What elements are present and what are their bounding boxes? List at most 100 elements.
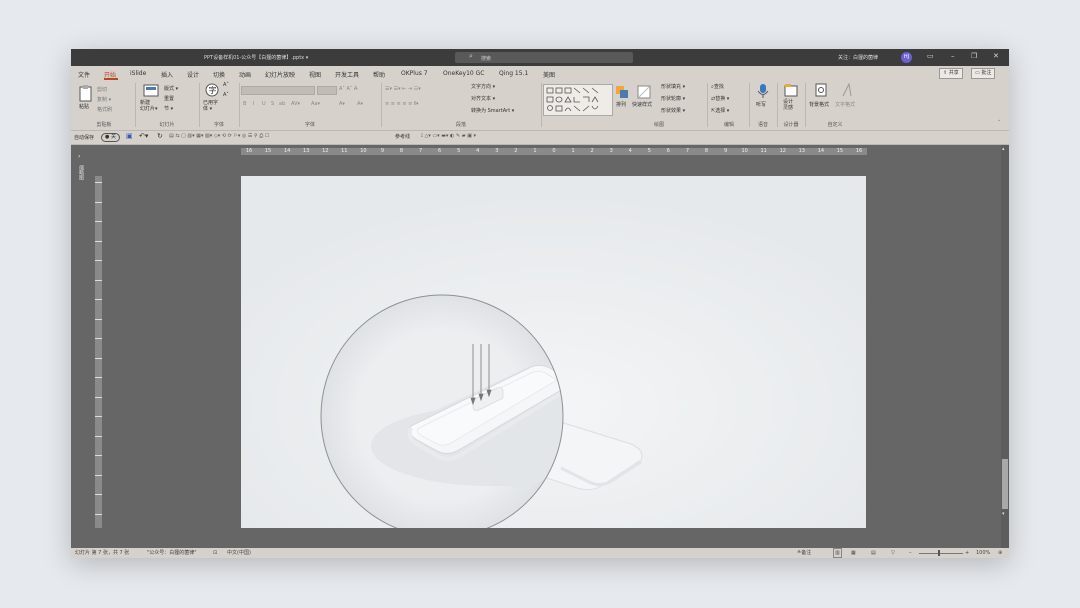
notes-button[interactable]: ≚备注 [797, 548, 811, 558]
tab-help[interactable]: 帮助 [373, 70, 385, 79]
align-buttons[interactable]: ≡ ≡ ≡ ≡ ≡ ⫴▾ [385, 101, 419, 107]
guides-label[interactable]: 参考线 [395, 133, 410, 140]
avatar[interactable]: HJ [901, 52, 912, 63]
minimize-button[interactable]: – [951, 52, 955, 60]
comments-button[interactable]: ▭ 批注 [971, 68, 996, 79]
shape-effects-button[interactable]: 形状效果 ▾ [661, 107, 685, 114]
tab-qing[interactable]: Qing 15.1 [499, 70, 528, 77]
slide-sorter-icon[interactable]: ▦ [851, 548, 856, 558]
underline-button[interactable]: U [262, 101, 266, 107]
quick-styles-button[interactable]: 快速样式 [632, 101, 652, 108]
shrink-font-icon[interactable]: A˅ [223, 92, 229, 98]
text-direction-button[interactable]: 文字方向 ▾ [471, 83, 495, 90]
undo-icon[interactable]: ↶▾ [139, 132, 148, 140]
tab-slideshow[interactable]: 幻灯片放映 [265, 70, 295, 79]
tab-view[interactable]: 视图 [309, 70, 321, 79]
cut-button[interactable]: 剪切 [97, 86, 107, 93]
arrange-button[interactable]: 排列 [616, 101, 626, 108]
new-slide-icon[interactable] [143, 84, 159, 98]
thumbnail-pane-label[interactable]: 缩略图 [78, 165, 85, 180]
list-buttons[interactable]: ☰▾ ☰▾ ⇤ ⇥ ☷▾ [385, 86, 421, 92]
qat-tool-icons[interactable]: ▤ ⇆ ▢ ▥▾ ▦▾ ▧▾ ◇▾ ⟲ ⟳ ⚐▾ ◎ ☰ ⚲ ⎙ ☐ [169, 133, 269, 139]
save-icon[interactable]: ▣ [126, 132, 133, 140]
background-format-button[interactable]: 背景格式 [809, 101, 829, 108]
collapse-ribbon-icon[interactable]: ˄ [998, 120, 1001, 126]
shape-fill-button[interactable]: 形状填充 ▾ [661, 83, 685, 90]
tab-transitions[interactable]: 切换 [213, 70, 225, 79]
reset-button[interactable]: 重置 [164, 95, 174, 102]
zoom-slider[interactable] [919, 553, 963, 554]
autosave-toggle[interactable]: ● 关 [101, 133, 120, 142]
copy-button[interactable]: 复制 ▾ [97, 96, 111, 103]
find-button[interactable]: ⌕查找 [711, 83, 724, 90]
font-size-buttons[interactable]: A˄ A˅ A̶ [339, 86, 357, 92]
paste-icon[interactable] [79, 84, 93, 102]
qat-more-icons[interactable]: ⟟ △▾ ▭▾ ▬▾ ◐ ✎ ▰ ▣ ▾ [421, 133, 476, 139]
bold-button[interactable]: B [243, 101, 246, 107]
fit-to-window-icon[interactable]: ⊕ [998, 548, 1002, 558]
new-slide-button[interactable]: 新建 幻灯片▾ [140, 100, 158, 112]
close-button[interactable]: ✕ [993, 52, 999, 60]
tab-okplus[interactable]: OKPlus 7 [401, 70, 428, 77]
normal-view-icon[interactable]: ▥ [833, 548, 842, 558]
scroll-up-icon[interactable]: ▴ [1002, 146, 1005, 152]
section-button[interactable]: 节 ▾ [164, 105, 173, 112]
slide-canvas[interactable] [241, 176, 866, 528]
accessibility-icon[interactable]: ⊡ [213, 548, 217, 558]
font-color-button[interactable]: A▾ [357, 101, 363, 107]
shapes-gallery[interactable] [543, 84, 613, 116]
paste-button[interactable]: 粘贴 [79, 103, 89, 110]
search-box[interactable]: ⌕ 搜索 [455, 52, 633, 63]
tab-design[interactable]: 设计 [187, 70, 199, 79]
text-format-icon[interactable] [841, 83, 853, 97]
slideshow-icon[interactable]: ▽ [891, 548, 895, 558]
font-size-input[interactable] [317, 86, 337, 95]
tab-meitu[interactable]: 美图 [543, 70, 555, 79]
tab-onekey[interactable]: OneKey10 GC [443, 70, 484, 77]
strikethrough-button[interactable]: ab [279, 101, 285, 107]
arrange-icon[interactable] [615, 85, 629, 99]
tab-animations[interactable]: 动画 [239, 70, 251, 79]
grow-font-icon[interactable]: A˄ [223, 82, 229, 88]
tab-insert[interactable]: 插入 [161, 70, 173, 79]
share-button[interactable]: ⇪ 共享 [939, 68, 963, 79]
highlight-button[interactable]: A▾ [339, 101, 345, 107]
tab-file[interactable]: 文件 [78, 70, 90, 79]
char-spacing-button[interactable]: AV▾ [291, 101, 300, 107]
align-text-button[interactable]: 对齐文本 ▾ [471, 95, 495, 102]
expand-pane-icon[interactable]: › [78, 153, 80, 160]
redo-icon[interactable]: ↻ [157, 132, 163, 140]
zoom-out-button[interactable]: – [909, 548, 912, 558]
designer-icon[interactable] [784, 83, 798, 97]
tab-developer[interactable]: 开发工具 [335, 70, 359, 79]
zoom-in-button[interactable]: + [965, 548, 969, 558]
language-indicator[interactable]: 中文(中国) [227, 548, 251, 558]
maximize-button[interactable]: ❐ [971, 52, 977, 60]
layout-button[interactable]: 版式 ▾ [164, 85, 178, 92]
select-button[interactable]: ⇱选择 ▾ [711, 107, 729, 114]
shadow-button[interactable]: S [271, 101, 274, 107]
replace-button[interactable]: ⇄替换 ▾ [711, 95, 729, 102]
format-painter-button[interactable]: 格式刷 [97, 106, 112, 113]
font-name-input[interactable] [241, 86, 315, 95]
tab-islide[interactable]: iSlide [130, 70, 146, 77]
ribbon-display-options-icon[interactable]: ▭ [927, 52, 934, 60]
designer-button[interactable]: 设计 灵感 [783, 99, 793, 111]
document-title[interactable]: PPT设备样机01-公众号【白狸的菌律】.pptx ▾ [204, 54, 308, 61]
dictate-button[interactable]: 听写 [756, 101, 766, 108]
vertical-scrollbar[interactable]: ▴ ▾ [1001, 145, 1009, 548]
scroll-down-icon[interactable]: ▾ [1002, 511, 1005, 517]
shape-outline-button[interactable]: 形状轮廓 ▾ [661, 95, 685, 102]
change-case-button[interactable]: Aa▾ [311, 101, 320, 107]
italic-button[interactable]: I [253, 101, 254, 107]
scrollbar-thumb[interactable] [1002, 459, 1008, 509]
zoom-slider-thumb[interactable] [938, 550, 940, 556]
used-fonts-button[interactable]: 已用字 体 ▾ [203, 100, 218, 112]
microphone-icon[interactable] [757, 83, 769, 99]
zoom-level[interactable]: 100% [976, 548, 990, 558]
reading-view-icon[interactable]: ▤ [871, 548, 876, 558]
text-format-button[interactable]: 文字格式 [835, 101, 855, 108]
background-format-icon[interactable] [815, 83, 827, 97]
smartart-button[interactable]: 转换为 SmartArt ▾ [471, 107, 514, 114]
font-style-icon[interactable]: 字 [205, 83, 219, 97]
